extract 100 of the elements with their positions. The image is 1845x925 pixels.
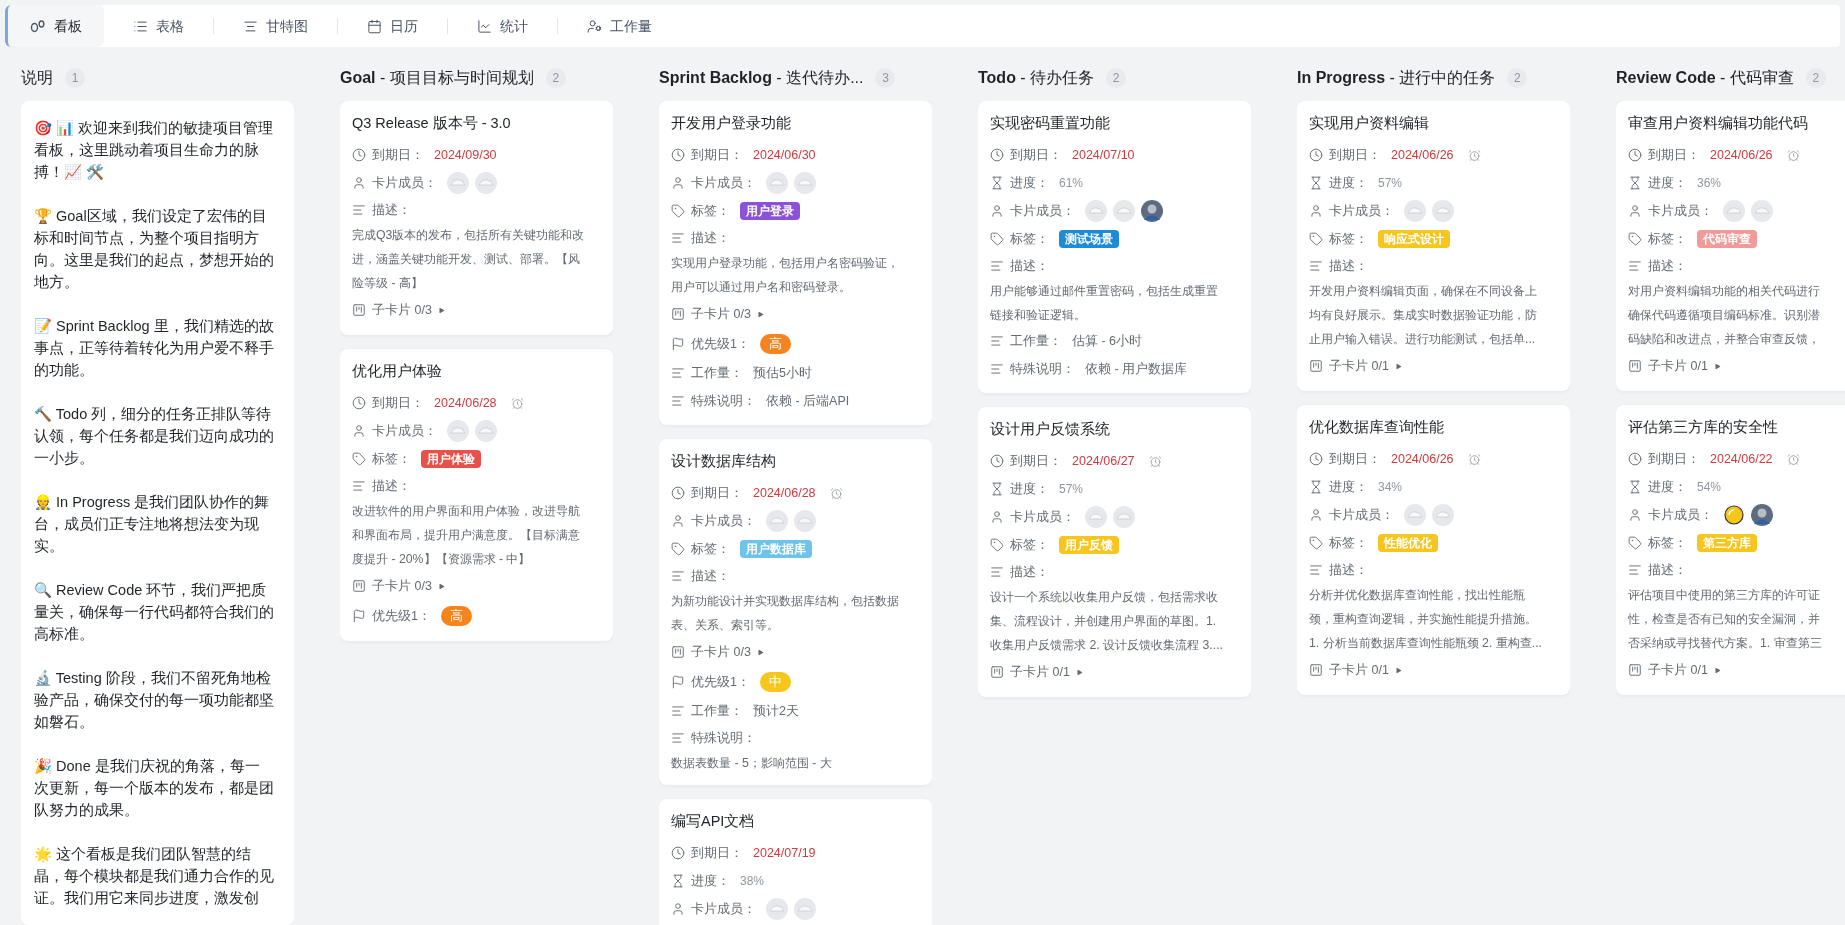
tag-badge: 性能优化 [1378, 534, 1438, 552]
card-title: 审查用户资料编辑功能代码 [1628, 114, 1809, 133]
user-icon [671, 902, 685, 916]
count-badge: 3 [875, 68, 896, 88]
column-title: Goal - 项目目标与时间规划 [340, 68, 534, 88]
view-tab[interactable]: 表格 [104, 5, 213, 47]
field-label: 特殊说明： [691, 729, 756, 747]
tag-badge: 用户登录 [740, 202, 800, 220]
avatar-icon [1404, 504, 1426, 526]
clock-icon [1309, 452, 1323, 466]
field-label: 进度： [1648, 478, 1687, 496]
subcard-icon [1628, 663, 1642, 677]
progress-value: 38% [740, 873, 765, 890]
view-tab[interactable]: 看板 [5, 5, 104, 47]
field-label: 优先级1： [691, 673, 750, 691]
column-title: 说明 [21, 68, 53, 88]
progress-value: 36% [1697, 175, 1722, 192]
column-title: Todo - 待办任务 [978, 68, 1095, 88]
priority-badge: 中 [759, 672, 791, 692]
note-paragraph: 🎉 Done 是我们庆祝的角落，每一 次更新，每一个版本的发布，都是团 队努力的成果。 [34, 757, 274, 820]
task-card[interactable]: 设计用户反馈系统 到期日： 2024/06/27 进度： 57% 卡片成员： 标签： 用户反馈 描述： 设计一个系统以收集用户反馈，包括需求收 集、流程设计，并创建用户界面的草图。1. 收集用户反馈需求 2. 设计反馈收集流程 3.... 子卡片 0/1 [978, 407, 1251, 697]
subcards-toggle[interactable]: 子卡片 0/3 [352, 295, 445, 325]
clock-icon [1628, 452, 1642, 466]
view-tab[interactable]: 甘特图 [214, 5, 337, 47]
caret-icon [756, 648, 764, 656]
task-card[interactable]: 优化用户体验 到期日： 2024/06/28 卡片成员： 标签： 用户体验 描述： 改进软件的用户界面和用户体验，改进导航 和界面布局，提升用户满意度。【目标满意 度提升 - 20%】【资源需求 - 中】 子卡片 0/3 优先级1： 高 [340, 349, 613, 641]
subcards-toggle[interactable]: 子卡片 0/3 [671, 299, 764, 329]
field-label: 优先级1： [372, 607, 431, 625]
field-label: 描述： [691, 567, 730, 585]
field-label: 工作量： [691, 702, 743, 720]
field-label: 到期日： [691, 844, 743, 862]
subcards-toggle[interactable]: 子卡片 0/1 [1628, 351, 1721, 381]
gantt-icon [243, 18, 258, 34]
avatar-icon [1085, 200, 1107, 222]
field-label: 进度： [691, 872, 730, 890]
clock-icon [1628, 148, 1642, 162]
view-tab[interactable]: 统计 [448, 5, 557, 47]
progress-value: 61% [1059, 175, 1084, 192]
description-text: 用户能够通过邮件重置密码，包括生成重置 链接和验证逻辑。 [990, 283, 1218, 324]
field-label: 描述： [1648, 561, 1687, 579]
description-text: 改进软件的用户界面和用户体验，改进导航 和界面布局，提升用户满意度。【目标满意 度提升 - 20%】【资源需求 - 中】 [352, 503, 580, 568]
task-card[interactable]: 审查用户资料编辑功能代码 到期日： 2024/06/26 进度： 36% 卡片成员： 标签： 代码审查 描述： 对用户资料编辑功能的相关代码进行 确保代码遵循项目编码标准。识别潜 码缺陷和改进点，并整合审查反馈， 子卡片 0/1 [1616, 101, 1845, 391]
task-card[interactable]: 编写API文档 到期日： 2024/07/19 进度： 38% 卡片成员： [659, 799, 932, 925]
view-tab[interactable]: 日历 [338, 5, 447, 47]
caret-icon [1394, 362, 1402, 370]
description-text: 对用户资料编辑功能的相关代码进行 确保代码遵循项目编码标准。识别潜 码缺陷和改进点，并整合审查反馈， [1628, 283, 1820, 348]
task-card[interactable]: Q3 Release 版本号 - 3.0 到期日： 2024/09/30 卡片成员： 描述： 完成Q3版本的发布，包括所有关键功能和改 进，涵盖关键功能开发、测试、部署。【风 险等级 - 高】 子卡片 0/3 [340, 101, 613, 335]
tag-badge: 响应式设计 [1378, 230, 1450, 248]
description-icon [990, 259, 1004, 273]
avatar-icon [794, 898, 816, 920]
field-label: 标签： [372, 450, 411, 468]
note-paragraph: 👷 In Progress 是我们团队协作的舞 台，成员们正专注地将想法变为现 实。 [34, 493, 270, 556]
subcards-toggle[interactable]: 子卡片 0/1 [1309, 351, 1402, 381]
subcards-toggle[interactable]: 子卡片 0/3 [671, 637, 764, 667]
task-card[interactable]: 优化数据库查询性能 到期日： 2024/06/26 进度： 34% 卡片成员： 标签： 性能优化 描述： 分析并优化数据库查询性能，找出性能瓶 颈，重构查询逻辑，并实施性能提升措施。 1. 分析当前数据库查询性能瓶颈 2. 重构查... 子卡片 0/1 [1297, 405, 1570, 695]
subcards-toggle[interactable]: 子卡片 0/1 [1309, 655, 1402, 685]
card-title: Q3 Release 版本号 - 3.0 [352, 114, 512, 133]
task-card[interactable]: 开发用户登录功能 到期日： 2024/06/30 卡片成员： 标签： 用户登录 描述： 实现用户登录功能，包括用户名密码验证， 用户可以通过用户名和密码登录。 子卡片 0/3 优先级1： 高 工作量： 预估5小时 特殊说明： 依赖 - 后端API [659, 101, 932, 425]
priority-badge: 高 [440, 606, 472, 626]
subcards-toggle[interactable]: 子卡片 0/3 [352, 571, 445, 601]
due-date: 2024/06/28 [753, 484, 816, 502]
view-tab[interactable]: 工作量 [558, 5, 681, 47]
field-label: 进度： [1329, 478, 1368, 496]
field-label: 到期日： [372, 146, 424, 164]
task-card[interactable]: 设计数据库结构 到期日： 2024/06/28 卡片成员： 标签： 用户数据库 描述： 为新功能设计并实现数据库结构，包括数据 表、关系、索引等。 子卡片 0/3 优先级1： 中 工作量： 预计2天 特殊说明： 数据表数量 - 5；影响范围 - 大 [659, 439, 932, 785]
avatar-icon [475, 420, 497, 442]
board-icon [30, 19, 46, 33]
field-label: 到期日： [691, 146, 743, 164]
tag-icon [1309, 232, 1323, 246]
task-card[interactable]: 评估第三方库的安全性 到期日： 2024/06/22 进度： 54% 卡片成员： 标签： 第三方库 描述： 评估项目中使用的第三方库的许可证 性，检查是否有已知的安全漏洞，并 否采纳或寻找替代方案。1. 审查第三 子卡片 0/1 [1616, 405, 1845, 695]
avatar-icon [766, 898, 788, 920]
description-text: 数据表数量 - 5；影响范围 - 大 [671, 755, 832, 772]
subcard-icon [1309, 663, 1323, 677]
subcards-toggle[interactable]: 子卡片 0/1 [990, 657, 1083, 687]
note-paragraph: 📝 Sprint Backlog 里，我们精选的故 事点，正等待着转化为用户爱不释手 的功能。 [34, 317, 274, 380]
field-label: 标签： [1329, 230, 1368, 248]
field-label: 到期日： [1648, 450, 1700, 468]
clock-icon [990, 148, 1004, 162]
description-icon [1628, 563, 1642, 577]
clock-icon [1309, 148, 1323, 162]
field-label: 卡片成员： [691, 174, 756, 192]
user-icon [1309, 204, 1323, 218]
avatar-icon [794, 172, 816, 194]
avatar-icon [447, 172, 469, 194]
description-icon [671, 231, 685, 245]
user-gear-icon [587, 18, 602, 34]
description-icon [1628, 259, 1642, 273]
field-label: 描述： [1010, 563, 1049, 581]
subcards-toggle[interactable]: 子卡片 0/1 [1628, 655, 1721, 685]
description-icon [671, 731, 685, 745]
field-value: 依赖 - 用户数据库 [1085, 360, 1188, 378]
progress-value: 34% [1378, 479, 1403, 496]
task-card[interactable]: 实现密码重置功能 到期日： 2024/07/10 进度： 61% 卡片成员： 标签： 测试场景 描述： 用户能够通过邮件重置密码，包括生成重置 链接和验证逻辑。 工作量： 估算 - 6小时 特殊说明： 依赖 - 用户数据库 [978, 101, 1251, 393]
avatar-icon [1113, 200, 1135, 222]
task-card[interactable]: 实现用户资料编辑 到期日： 2024/06/26 进度： 57% 卡片成员： 标签： 响应式设计 描述： 开发用户资料编辑页面，确保在不同设备上 均有良好展示。集成实时数据验证功能，防 止用户输入错误。进行功能测试，包括单... 子卡片 0/1 [1297, 101, 1570, 391]
tag-badge: 用户反馈 [1059, 536, 1119, 554]
due-date: 2024/06/26 [1391, 450, 1454, 468]
field-label: 标签： [691, 202, 730, 220]
avatar-icon [1751, 200, 1773, 222]
user-icon [1309, 508, 1323, 522]
